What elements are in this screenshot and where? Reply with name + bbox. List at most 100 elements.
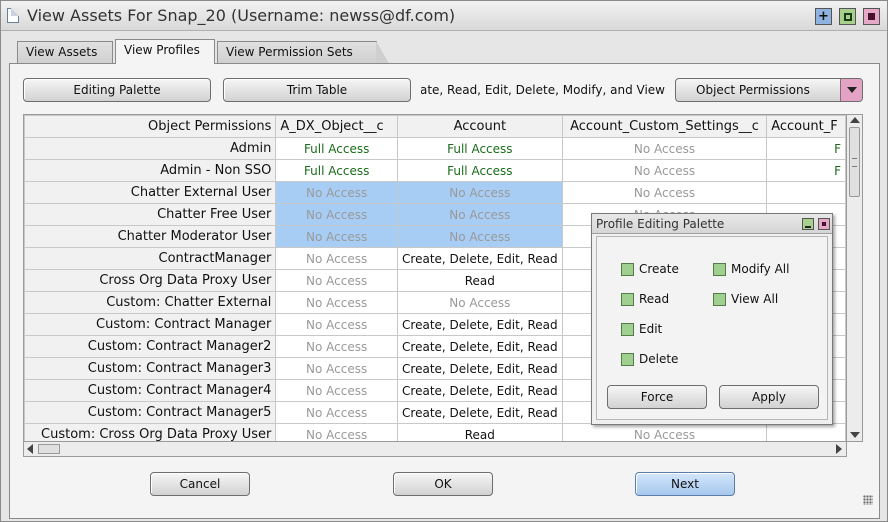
table-row[interactable]: Admin Full Access Full Access No Access F xyxy=(24,137,846,160)
checkbox-icon[interactable] xyxy=(621,262,634,276)
apply-button[interactable]: Apply xyxy=(719,385,819,409)
tab-view-assets[interactable]: View Assets xyxy=(17,41,113,64)
table-cell[interactable]: No Access xyxy=(275,379,398,402)
vertical-scroll-thumb[interactable] xyxy=(849,127,860,197)
table-cell[interactable]: No Access xyxy=(275,291,398,314)
table-cell[interactable]: Read xyxy=(396,269,563,292)
table-cell[interactable]: Full Access xyxy=(275,137,398,160)
table-cell[interactable]: No Access xyxy=(275,313,398,336)
restore-button[interactable] xyxy=(839,8,856,25)
horizontal-scrollbar[interactable] xyxy=(23,442,847,457)
table-cell[interactable]: No Access xyxy=(561,159,768,182)
row-header[interactable]: Chatter Moderator User xyxy=(24,225,277,248)
scroll-up-icon[interactable] xyxy=(850,117,860,123)
column-header[interactable]: Account_F xyxy=(766,115,846,138)
resize-grip-icon[interactable] xyxy=(863,495,873,505)
table-cell[interactable]: No Access xyxy=(275,181,398,204)
table-cell[interactable]: Create, Delete, Edit, Read xyxy=(396,313,563,336)
palette-minimize-icon[interactable] xyxy=(802,218,814,230)
table-cell[interactable]: Create, Delete, Edit, Read xyxy=(396,401,563,424)
table-cell[interactable]: No Access xyxy=(275,335,398,358)
table-cell[interactable]: No Access xyxy=(396,181,563,204)
column-header[interactable]: Account_Custom_Settings__c xyxy=(561,115,768,138)
force-button[interactable]: Force xyxy=(607,385,707,409)
table-cell[interactable]: No Access xyxy=(396,225,563,248)
editing-palette-button[interactable]: Editing Palette xyxy=(23,78,211,102)
checkbox-modify-all[interactable]: Modify All xyxy=(713,262,789,276)
column-header[interactable]: A_DX_Object__c xyxy=(275,115,398,138)
checkbox-icon[interactable] xyxy=(621,292,634,306)
row-header[interactable]: Chatter Free User xyxy=(24,203,277,226)
table-cell[interactable]: Create, Delete, Edit, Read xyxy=(396,357,563,380)
table-cell[interactable]: No Access xyxy=(396,203,563,226)
row-header[interactable]: Chatter External User xyxy=(24,181,277,204)
scroll-left-icon[interactable] xyxy=(27,444,33,454)
row-header[interactable]: Cross Org Data Proxy User xyxy=(24,269,277,292)
vertical-scrollbar[interactable] xyxy=(847,114,863,442)
checkbox-read[interactable]: Read xyxy=(621,292,669,306)
table-cell[interactable]: Full Access xyxy=(275,159,398,182)
checkbox-icon[interactable] xyxy=(621,352,634,366)
checkbox-view-all[interactable]: View All xyxy=(713,292,778,306)
table-cell[interactable]: F xyxy=(766,159,846,182)
chevron-down-icon[interactable] xyxy=(840,79,862,101)
table-cell[interactable]: Create, Delete, Edit, Read xyxy=(396,379,563,402)
title-bar[interactable]: View Assets For Snap_20 (Username: newss… xyxy=(1,1,887,31)
tab-view-permission-sets[interactable]: View Permission Sets xyxy=(217,41,390,65)
checkbox-icon[interactable] xyxy=(713,292,726,306)
table-cell[interactable]: No Access xyxy=(561,137,768,160)
table-cell[interactable] xyxy=(766,423,846,441)
table-cell[interactable]: Read xyxy=(396,423,563,441)
permission-type-dropdown[interactable]: Object Permissions xyxy=(675,78,863,102)
table-cell[interactable]: No Access xyxy=(275,247,398,270)
table-cell[interactable]: No Access xyxy=(275,269,398,292)
trim-table-button[interactable]: Trim Table xyxy=(223,78,411,102)
table-cell[interactable]: Full Access xyxy=(396,137,563,160)
row-header[interactable]: Admin - Non SSO xyxy=(24,159,277,182)
table-row[interactable]: Admin - Non SSO Full Access Full Access No … xyxy=(24,159,846,182)
tab-view-profiles[interactable]: View Profiles xyxy=(115,39,215,64)
checkbox-icon[interactable] xyxy=(713,262,726,276)
checkbox-create[interactable]: Create xyxy=(621,262,679,276)
checkbox-delete[interactable]: Delete xyxy=(621,352,678,366)
table-row[interactable]: Custom: Cross Org Data Proxy User No Acce… xyxy=(24,423,846,441)
table-cell[interactable]: No Access xyxy=(275,225,398,248)
table-cell[interactable]: No Access xyxy=(396,291,563,314)
column-header[interactable]: Account xyxy=(396,115,563,138)
ok-button[interactable]: OK xyxy=(393,472,493,496)
row-header[interactable]: Custom: Contract Manager2 xyxy=(24,335,277,358)
table-cell[interactable]: Full Access xyxy=(396,159,563,182)
palette-close-icon[interactable] xyxy=(818,218,830,230)
table-cell[interactable]: No Access xyxy=(275,401,398,424)
row-header[interactable]: Custom: Contract Manager3 xyxy=(24,357,277,380)
table-cell[interactable]: No Access xyxy=(561,423,768,441)
checkbox-icon[interactable] xyxy=(621,322,634,336)
row-header[interactable]: Admin xyxy=(24,137,277,160)
row-header[interactable]: Custom: Contract Manager xyxy=(24,313,277,336)
column-header[interactable]: Object Permissions xyxy=(24,115,277,138)
checkbox-edit[interactable]: Edit xyxy=(621,322,662,336)
table-cell[interactable] xyxy=(766,181,846,204)
table-cell[interactable]: Create, Delete, Edit, Read xyxy=(396,335,563,358)
table-cell[interactable]: F xyxy=(766,137,846,160)
row-header[interactable]: Custom: Cross Org Data Proxy User xyxy=(24,423,277,441)
maximize-button[interactable]: + xyxy=(815,8,832,25)
scroll-right-icon[interactable] xyxy=(836,444,842,454)
row-header[interactable]: ContractManager xyxy=(24,247,277,270)
table-cell[interactable]: No Access xyxy=(275,423,398,441)
table-cell[interactable]: Create, Delete, Edit, Read xyxy=(396,247,563,270)
row-header[interactable]: Custom: Contract Manager4 xyxy=(24,379,277,402)
next-button[interactable]: Next xyxy=(635,472,735,496)
table-row[interactable]: Chatter External User No Access No Access N… xyxy=(24,181,846,204)
scroll-down-icon[interactable] xyxy=(850,432,860,438)
table-cell[interactable]: No Access xyxy=(561,181,768,204)
cancel-button[interactable]: Cancel xyxy=(150,472,250,496)
row-header[interactable]: Custom: Chatter External xyxy=(24,291,277,314)
palette-title-bar[interactable]: Profile Editing Palette xyxy=(592,214,832,234)
palette-title: Profile Editing Palette xyxy=(596,217,725,231)
row-header[interactable]: Custom: Contract Manager5 xyxy=(24,401,277,424)
close-button[interactable] xyxy=(863,8,880,25)
table-cell[interactable]: No Access xyxy=(275,357,398,380)
horizontal-scroll-thumb[interactable] xyxy=(38,444,60,454)
table-cell[interactable]: No Access xyxy=(275,203,398,226)
